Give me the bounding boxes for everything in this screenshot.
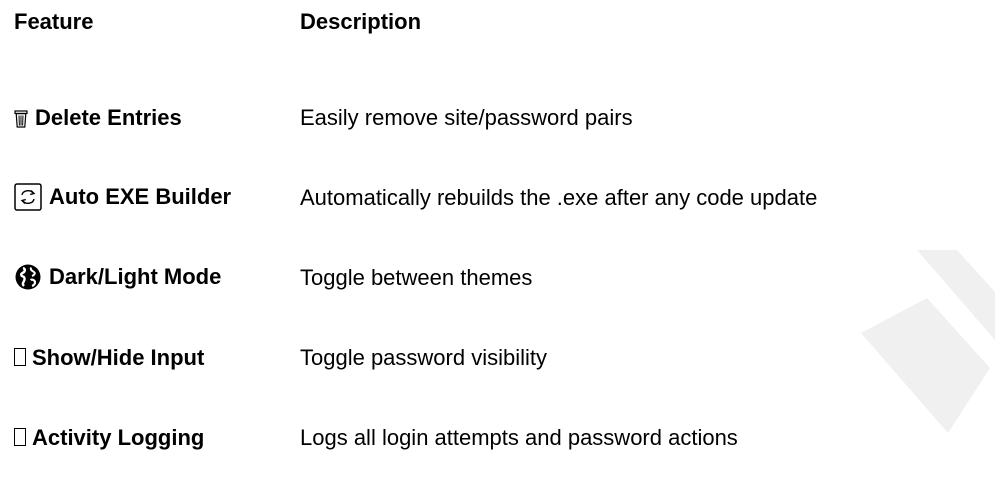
feature-label: Dark/Light Mode	[49, 264, 221, 289]
description-cell: Easily remove site/password pairs	[300, 38, 817, 158]
description-cell: Toggle between themes	[300, 238, 817, 318]
table-row: Show/Hide Input Toggle password visibili…	[14, 318, 817, 398]
globe-icon	[14, 263, 42, 291]
feature-label: Delete Entries	[35, 105, 182, 130]
table-row: Dark/Light Mode Toggle between themes	[14, 238, 817, 318]
table-row: Activity Logging Logs all login attempts…	[14, 398, 817, 478]
feature-table: Feature Description Delete Entries	[14, 6, 817, 478]
header-feature: Feature	[14, 6, 300, 38]
document-page: Feature Description Delete Entries	[0, 0, 995, 433]
cycle-arrows-icon	[14, 183, 42, 211]
description-cell: Toggle password visibility	[300, 318, 817, 398]
table-header-row: Feature Description	[14, 6, 817, 38]
feature-cell: Activity Logging	[14, 398, 300, 478]
feature-cell: Dark/Light Mode	[14, 238, 300, 318]
header-description: Description	[300, 6, 817, 38]
feature-cell: Show/Hide Input	[14, 318, 300, 398]
feature-cell: Delete Entries	[14, 38, 300, 158]
feature-label: Activity Logging	[32, 425, 204, 450]
table-row: Auto EXE Builder Automatically rebuilds …	[14, 158, 817, 238]
missing-glyph-icon	[14, 428, 26, 446]
description-cell: Logs all login attempts and password act…	[300, 398, 817, 478]
trash-icon	[14, 108, 28, 126]
feature-cell: Auto EXE Builder	[14, 158, 300, 238]
feature-label: Show/Hide Input	[32, 345, 204, 370]
feature-label: Auto EXE Builder	[49, 184, 231, 209]
table-row: Delete Entries Easily remove site/passwo…	[14, 38, 817, 158]
missing-glyph-icon	[14, 348, 26, 366]
description-cell: Automatically rebuilds the .exe after an…	[300, 158, 817, 238]
